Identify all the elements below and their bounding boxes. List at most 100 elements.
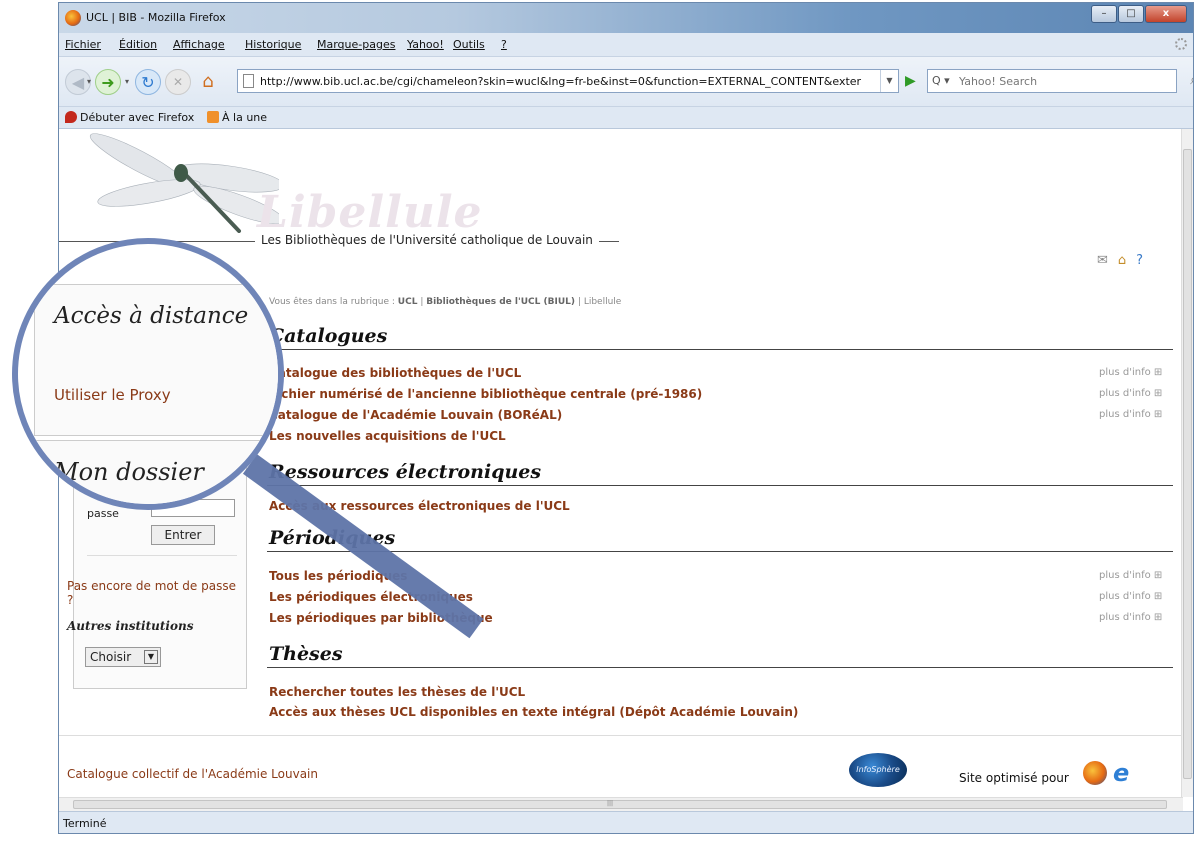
remote-access-box bbox=[73, 283, 247, 423]
institution-select[interactable]: Choisir ▼ bbox=[85, 647, 161, 667]
help-icon[interactable]: ? bbox=[1136, 253, 1143, 268]
status-bar: Terminé bbox=[59, 811, 1193, 833]
other-institutions-label: Autres institutions bbox=[67, 619, 194, 633]
url-bar[interactable]: http://www.bib.ucl.ac.be/cgi/chameleon?s… bbox=[237, 69, 899, 93]
page-content: Libellule Les Bibliothèques de l'Univers… bbox=[59, 129, 1183, 797]
reload-icon[interactable]: ↻ bbox=[135, 69, 161, 95]
vertical-scroll-thumb[interactable] bbox=[1183, 149, 1192, 779]
more-info-link[interactable]: plus d'info ⊞ bbox=[1099, 591, 1162, 602]
section-ressources: Ressources électroniques bbox=[269, 461, 542, 483]
bookmark-getting-started[interactable]: Débuter avec Firefox bbox=[65, 111, 194, 124]
firefox-bookmark-icon bbox=[65, 111, 77, 123]
menu-historique[interactable]: Historique bbox=[245, 38, 301, 51]
menu-fichier[interactable]: Fichier bbox=[65, 38, 101, 51]
window-title: UCL | BIB - Mozilla Firefox bbox=[86, 11, 226, 24]
firefox-icon bbox=[65, 10, 81, 26]
internet-explorer-logo-icon: e bbox=[1113, 759, 1130, 787]
bookmarks-toolbar: Débuter avec Firefox À la une bbox=[59, 107, 1193, 129]
breadcrumb: Vous êtes dans la rubrique : UCL | Bibli… bbox=[269, 297, 621, 307]
browser-window: UCL | BIB - Mozilla Firefox – □ x Fichie… bbox=[58, 2, 1194, 834]
status-text: Terminé bbox=[63, 817, 107, 830]
no-password-link[interactable]: Pas encore de mot de passe ? bbox=[67, 579, 237, 607]
section-theses: Thèses bbox=[269, 643, 343, 665]
home-icon[interactable]: ⌂ bbox=[195, 69, 221, 95]
section-rule bbox=[267, 485, 1173, 486]
enter-button[interactable]: Entrer bbox=[151, 525, 215, 545]
sidebar-divider bbox=[87, 555, 237, 556]
more-info-link[interactable]: plus d'info ⊞ bbox=[1099, 388, 1162, 399]
close-button[interactable]: x bbox=[1145, 5, 1187, 23]
menu-marque-pages[interactable]: Marque-pages bbox=[317, 38, 395, 51]
page-icon bbox=[243, 74, 254, 88]
link-periodiques-bibliotheque[interactable]: Les périodiques par bibliothèque bbox=[269, 611, 493, 625]
rss-icon bbox=[207, 111, 219, 123]
stop-icon[interactable]: ✕ bbox=[165, 69, 191, 95]
breadcrumb-separator: | bbox=[420, 297, 424, 307]
url-dropdown-icon[interactable]: ▼ bbox=[880, 70, 898, 92]
throbber-icon bbox=[1175, 38, 1187, 50]
menu-edition[interactable]: Édition bbox=[119, 38, 157, 51]
more-info-link[interactable]: plus d'info ⊞ bbox=[1099, 367, 1162, 378]
breadcrumb-prefix: Vous êtes dans la rubrique : bbox=[269, 297, 395, 307]
link-nouvelles-acquisitions[interactable]: Les nouvelles acquisitions de l'UCL bbox=[269, 429, 506, 443]
menu-bar: Fichier Édition Affichage Historique Mar… bbox=[59, 33, 1193, 57]
menu-yahoo[interactable]: Yahoo! bbox=[407, 38, 444, 51]
horizontal-scrollbar[interactable]: ||| bbox=[59, 797, 1183, 811]
optimised-for-text: Site optimisé pour bbox=[959, 771, 1069, 785]
go-icon[interactable]: ▶ bbox=[905, 73, 916, 89]
chevron-down-icon: ▼ bbox=[144, 650, 158, 664]
title-bar[interactable]: UCL | BIB - Mozilla Firefox – □ x bbox=[59, 3, 1193, 33]
link-tous-periodiques[interactable]: Tous les périodiques bbox=[269, 569, 407, 583]
breadcrumb-ucl[interactable]: UCL bbox=[398, 297, 418, 307]
more-info-link[interactable]: plus d'info ⊞ bbox=[1099, 409, 1162, 420]
horizontal-scroll-thumb[interactable] bbox=[73, 800, 1167, 809]
search-input[interactable]: Yahoo! Search bbox=[959, 75, 1037, 88]
section-catalogues: Catalogues bbox=[269, 325, 388, 347]
password-field[interactable] bbox=[151, 499, 235, 517]
link-theses-texte-integral[interactable]: Accès aux thèses UCL disponibles en text… bbox=[269, 705, 798, 719]
utility-icons: ✉ ⌂ ? bbox=[1097, 253, 1143, 268]
search-icon[interactable]: ⌕ bbox=[1190, 72, 1193, 88]
breadcrumb-biul[interactable]: Bibliothèques de l'UCL (BIUL) bbox=[426, 297, 575, 307]
more-info-link[interactable]: plus d'info ⊞ bbox=[1099, 612, 1162, 623]
footer-rule bbox=[59, 735, 1183, 736]
site-subtitle: Les Bibliothèques de l'Université cathol… bbox=[255, 233, 599, 247]
link-fichier-numerise[interactable]: Fichier numérisé de l'ancienne bibliothè… bbox=[269, 387, 702, 401]
section-rule bbox=[267, 349, 1173, 350]
search-engine-icon[interactable]: Q ▾ bbox=[932, 74, 950, 87]
maximize-button[interactable]: □ bbox=[1118, 5, 1144, 23]
link-catalogue-ucl[interactable]: Catalogue des bibliothèques de l'UCL bbox=[269, 366, 521, 380]
dragonfly-logo bbox=[89, 133, 279, 233]
menu-outils[interactable]: Outils bbox=[453, 38, 485, 51]
footer-link[interactable]: Catalogue collectif de l'Académie Louvai… bbox=[67, 767, 318, 781]
link-periodiques-electroniques[interactable]: Les périodiques électroniques bbox=[269, 590, 473, 604]
vertical-scrollbar[interactable] bbox=[1181, 129, 1193, 797]
menu-help[interactable]: ? bbox=[501, 38, 507, 51]
link-ressources-electroniques[interactable]: Accès aux ressources électroniques de l'… bbox=[269, 499, 570, 513]
search-bar[interactable]: Q ▾ Yahoo! Search ⌕ bbox=[927, 69, 1193, 93]
back-history-dropdown-icon[interactable]: ▾ bbox=[87, 77, 91, 86]
minimize-button[interactable]: – bbox=[1091, 5, 1117, 23]
bookmark-a-la-une[interactable]: À la une bbox=[207, 111, 267, 124]
link-rechercher-theses[interactable]: Rechercher toutes les thèses de l'UCL bbox=[269, 685, 525, 699]
url-text[interactable]: http://www.bib.ucl.ac.be/cgi/chameleon?s… bbox=[260, 75, 868, 88]
home-page-icon[interactable]: ⌂ bbox=[1118, 253, 1126, 268]
more-info-link[interactable]: plus d'info ⊞ bbox=[1099, 570, 1162, 581]
section-rule bbox=[267, 551, 1173, 552]
firefox-logo-icon bbox=[1083, 761, 1107, 785]
institution-select-value: Choisir bbox=[90, 650, 132, 664]
menu-affichage[interactable]: Affichage bbox=[173, 38, 225, 51]
breadcrumb-current: Libellule bbox=[583, 297, 622, 307]
libellule-wordmark: Libellule bbox=[257, 187, 483, 238]
password-label: passe bbox=[87, 507, 119, 520]
forward-history-dropdown-icon[interactable]: ▾ bbox=[125, 77, 129, 86]
link-boreal[interactable]: Catalogue de l'Académie Louvain (BORéAL) bbox=[269, 408, 562, 422]
forward-icon[interactable]: ➜ bbox=[95, 69, 121, 95]
navigation-toolbar: ◀ ▾ ➜ ▾ ↻ ✕ ⌂ http://www.bib.ucl.ac.be/c… bbox=[59, 57, 1193, 107]
section-periodiques: Périodiques bbox=[269, 527, 396, 549]
mail-icon[interactable]: ✉ bbox=[1097, 253, 1108, 268]
infosphere-logo[interactable]: InfoSphère bbox=[849, 753, 907, 787]
section-rule bbox=[267, 667, 1173, 668]
breadcrumb-separator: | bbox=[577, 297, 581, 307]
scroll-grip-icon: ||| bbox=[607, 800, 614, 807]
